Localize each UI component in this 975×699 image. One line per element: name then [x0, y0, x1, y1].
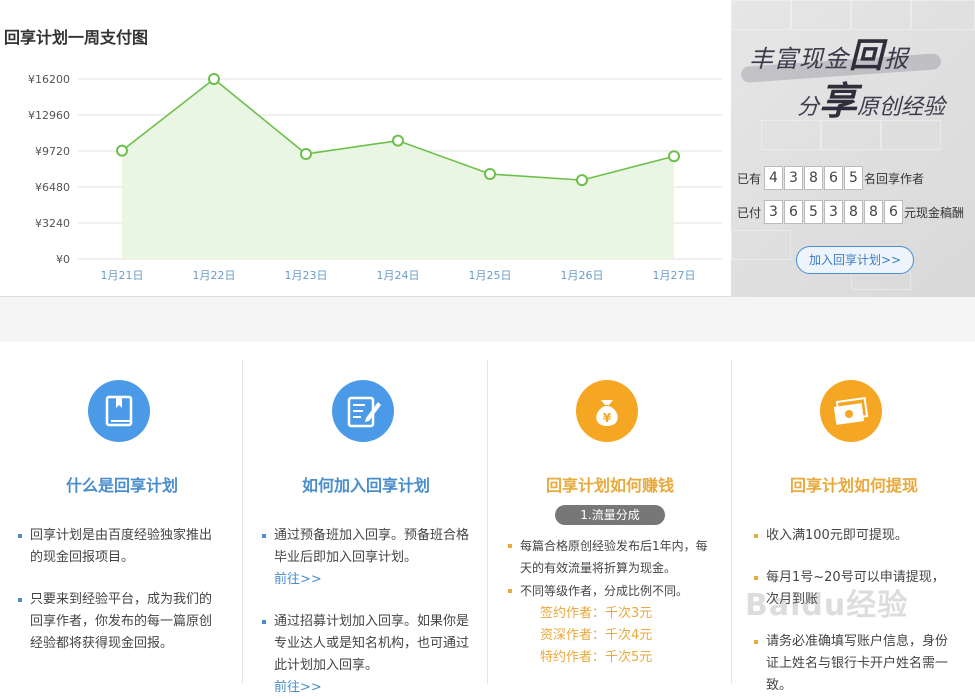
- list-item: 请务必准确填写账户信息，身份证上姓名与银行卡开户姓名需一致。: [754, 631, 956, 697]
- digit-box: 3: [824, 200, 844, 224]
- column-how-withdraw: 回享计划如何提现 收入满100元即可提现。 每月1号~20号可以申请提现，次月到…: [732, 360, 975, 693]
- section-divider: [0, 297, 975, 342]
- svg-text:¥: ¥: [603, 411, 612, 425]
- authors-count: 已有 43865 名回享作者: [737, 166, 924, 190]
- list-item: 不同等级作者，分成比例不同。: [508, 580, 715, 602]
- column-how-earn: ¥ 回享计划如何赚钱 1.流量分成 每篇合格原创经验发布后1年内，每天的有效流量…: [488, 360, 732, 684]
- digit-box: 3: [784, 166, 804, 190]
- paid-amount: 已付 3653886 元现金稿酬: [737, 200, 964, 224]
- area-fill: [122, 79, 674, 259]
- y-tick-label: ¥12960: [28, 109, 70, 122]
- y-tick-label: ¥6480: [35, 181, 70, 194]
- digit-box: 8: [864, 200, 884, 224]
- edit-note-icon: [332, 380, 394, 442]
- digit-box: 5: [844, 166, 864, 190]
- list-item: 通过招募计划加入回享。如果你是专业达人或是知名机构，也可通过此计划加入回享。: [262, 611, 469, 677]
- column-how-join: 如何加入回享计划 通过预备班加入回享。预备班合格毕业后即加入回享计划。 前往>>…: [244, 360, 488, 695]
- data-point: [116, 144, 128, 157]
- goto-link[interactable]: 前往>>: [274, 569, 322, 591]
- y-tick-label: ¥9720: [35, 145, 70, 158]
- goto-link[interactable]: 前往>>: [274, 677, 322, 699]
- authors-digits: 43865: [764, 166, 864, 190]
- tier-special: 特约作者：千次5元: [540, 650, 653, 665]
- tier-senior: 资深作者：千次4元: [540, 628, 653, 643]
- list-item: 回享计划是由百度经验独家推出的现金回报项目。: [18, 525, 220, 569]
- x-tick-label: 1月22日: [193, 269, 236, 282]
- column-title: 什么是回享计划: [65, 476, 178, 495]
- tier-signed: 签约作者：千次3元: [540, 606, 653, 621]
- x-tick-label: 1月23日: [285, 269, 328, 282]
- data-point: [208, 73, 220, 85]
- list-item: 通过预备班加入回享。预备班合格毕业后即加入回享计划。: [262, 525, 469, 569]
- digit-box: 6: [824, 166, 844, 190]
- list-item: 只要来到经验平台，成为我们的回享作者，你发布的每一篇原创经验都将获得现金回报。: [18, 589, 220, 655]
- payment-chart: ¥0 ¥3240 ¥6480 ¥9720 ¥12960 ¥16200 1月21日 1月22日 1…: [28, 73, 722, 282]
- payment-chart-area: 回享计划一周支付图 ¥0 ¥3240 ¥6480 ¥9720 ¥12960 ¥16200 1…: [0, 0, 731, 297]
- digit-box: 3: [764, 200, 784, 224]
- join-plan-button[interactable]: 加入回享计划>>: [796, 246, 914, 274]
- data-point: [576, 174, 588, 187]
- y-tick-label: ¥3240: [35, 217, 70, 230]
- digit-box: 5: [804, 200, 824, 224]
- slogan-line-2: 分享原创经验: [797, 78, 946, 123]
- column-title: 如何加入回享计划: [301, 476, 430, 495]
- data-point: [300, 148, 312, 160]
- x-tick-label: 1月26日: [561, 269, 604, 282]
- y-tick-label: ¥0: [56, 253, 70, 266]
- column-title: 回享计划如何赚钱: [545, 476, 674, 495]
- info-columns: 什么是回享计划 回享计划是由百度经验独家推出的现金回报项目。 只要来到经验平台，…: [0, 342, 975, 695]
- data-point: [668, 150, 680, 163]
- paid-digits: 3653886: [764, 200, 904, 224]
- digit-box: 8: [844, 200, 864, 224]
- x-tick-label: 1月21日: [101, 269, 144, 282]
- x-tick-label: 1月24日: [377, 269, 420, 282]
- money-bag-icon: ¥: [576, 380, 638, 442]
- data-point: [484, 168, 496, 180]
- digit-box: 6: [884, 200, 904, 224]
- book-icon: [88, 380, 150, 442]
- watermark: Baidu经验: [745, 588, 909, 623]
- column-title: 回享计划如何提现: [789, 476, 918, 495]
- promo-panel: 丰富现金回报 分享原创经验 已有 43865 名回享作者 已付 3653886 …: [731, 0, 975, 297]
- list-item: 收入满100元即可提现。: [754, 525, 956, 547]
- x-tick-label: 1月27日: [653, 269, 696, 282]
- digit-box: 8: [804, 166, 824, 190]
- traffic-share-badge: 1.流量分成: [555, 505, 665, 525]
- y-tick-label: ¥16200: [28, 73, 70, 86]
- data-point: [392, 134, 404, 147]
- list-item: 每篇合格原创经验发布后1年内，每天的有效流量将折算为现金。: [508, 535, 715, 579]
- cash-icon: [820, 380, 882, 442]
- digit-box: 4: [764, 166, 784, 190]
- top-section: 回享计划一周支付图 ¥0 ¥3240 ¥6480 ¥9720 ¥12960 ¥16200 1…: [0, 0, 975, 297]
- digit-box: 6: [784, 200, 804, 224]
- x-tick-label: 1月25日: [469, 269, 512, 282]
- column-what-is: 什么是回享计划 回享计划是由百度经验独家推出的现金回报项目。 只要来到经验平台，…: [0, 360, 244, 684]
